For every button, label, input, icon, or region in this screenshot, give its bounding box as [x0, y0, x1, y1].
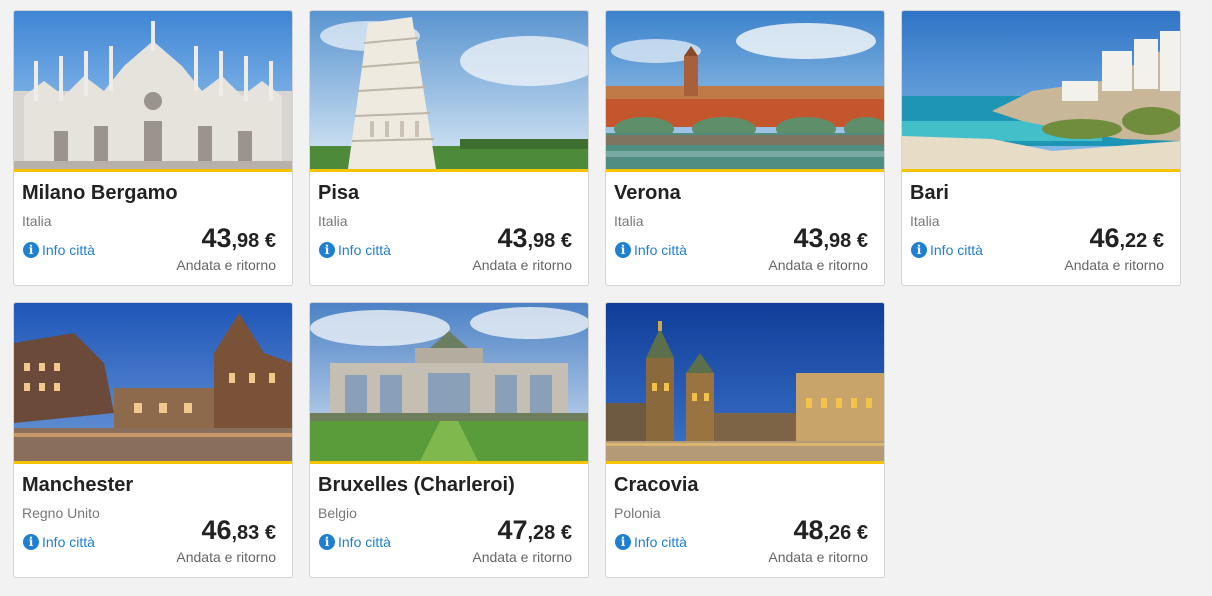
info-city-label: Info città [338, 242, 391, 258]
card-accent-bar [14, 169, 292, 172]
info-icon: i [911, 242, 927, 258]
info-icon: i [319, 242, 335, 258]
destination-country: Belgio [318, 505, 357, 521]
card-accent-bar [14, 461, 292, 464]
price: 46,22 € [1089, 223, 1164, 254]
card-accent-bar [902, 169, 1180, 172]
price-currency: € [259, 230, 276, 252]
price-currency: € [259, 522, 276, 544]
bari-coast-photo [902, 11, 1180, 169]
price-decimal: ,98 [527, 230, 556, 252]
info-icon: i [615, 242, 631, 258]
destination-card-bari[interactable]: Bari Italia i Info città 46,22 € Andata … [901, 10, 1181, 286]
card-accent-bar [606, 461, 884, 464]
info-city-label: Info città [634, 242, 687, 258]
price-currency: € [1147, 230, 1164, 252]
verona-bridge-photo [606, 11, 884, 169]
trip-type: Andata e ritorno [472, 549, 572, 565]
destination-card-pisa[interactable]: Pisa Italia i Info città 43,98 € Andata … [309, 10, 589, 286]
trip-type: Andata e ritorno [1064, 257, 1164, 273]
destination-country: Italia [614, 213, 644, 229]
price-decimal: ,83 [231, 522, 260, 544]
price-currency: € [851, 522, 868, 544]
price-integer: 43 [793, 223, 824, 253]
price-integer: 46 [201, 515, 232, 545]
card-accent-bar [606, 169, 884, 172]
destination-country: Italia [318, 213, 348, 229]
destination-city[interactable]: Pisa [318, 182, 359, 205]
info-city-link[interactable]: i Info città [23, 534, 95, 550]
destination-city[interactable]: Bruxelles (Charleroi) [318, 474, 515, 497]
price-currency: € [555, 522, 572, 544]
destination-card-bruxelles-charleroi[interactable]: Bruxelles (Charleroi) Belgio i Info citt… [309, 302, 589, 578]
trip-type: Andata e ritorno [768, 549, 868, 565]
trip-type: Andata e ritorno [472, 257, 572, 273]
milan-cathedral-photo [14, 11, 292, 169]
price: 46,83 € [201, 515, 276, 546]
destination-city[interactable]: Cracovia [614, 474, 699, 497]
leaning-tower-photo [310, 11, 588, 169]
destination-card-verona[interactable]: Verona Italia i Info città 43,98 € Andat… [605, 10, 885, 286]
krakow-square-photo [606, 303, 884, 461]
price: 43,98 € [201, 223, 276, 254]
price-decimal: ,98 [231, 230, 260, 252]
price-currency: € [555, 230, 572, 252]
destination-country: Italia [910, 213, 940, 229]
price-integer: 47 [497, 515, 528, 545]
destination-card-manchester[interactable]: Manchester Regno Unito i Info città 46,8… [13, 302, 293, 578]
info-icon: i [23, 242, 39, 258]
price-integer: 48 [793, 515, 824, 545]
destination-city[interactable]: Milano Bergamo [22, 182, 178, 205]
price-decimal: ,28 [527, 522, 556, 544]
destination-country: Polonia [614, 505, 661, 521]
info-icon: i [615, 534, 631, 550]
info-city-link[interactable]: i Info città [615, 534, 687, 550]
card-accent-bar [310, 461, 588, 464]
destination-card-milano-bergamo[interactable]: Milano Bergamo Italia i Info città 43,98… [13, 10, 293, 286]
price: 47,28 € [497, 515, 572, 546]
trip-type: Andata e ritorno [768, 257, 868, 273]
price-integer: 43 [201, 223, 232, 253]
card-accent-bar [310, 169, 588, 172]
destination-city[interactable]: Verona [614, 182, 681, 205]
info-city-link[interactable]: i Info città [23, 242, 95, 258]
destination-card-cracovia[interactable]: Cracovia Polonia i Info città 48,26 € An… [605, 302, 885, 578]
destination-city[interactable]: Bari [910, 182, 949, 205]
price-decimal: ,22 [1119, 230, 1148, 252]
destination-country: Italia [22, 213, 52, 229]
info-icon: i [319, 534, 335, 550]
info-city-link[interactable]: i Info città [911, 242, 983, 258]
info-city-link[interactable]: i Info città [615, 242, 687, 258]
price-decimal: ,26 [823, 522, 852, 544]
info-city-label: Info città [42, 534, 95, 550]
trip-type: Andata e ritorno [176, 549, 276, 565]
price-integer: 46 [1089, 223, 1120, 253]
info-city-label: Info città [930, 242, 983, 258]
info-city-link[interactable]: i Info città [319, 534, 391, 550]
price: 43,98 € [497, 223, 572, 254]
destination-country: Regno Unito [22, 505, 100, 521]
info-city-label: Info città [338, 534, 391, 550]
info-city-label: Info città [42, 242, 95, 258]
info-icon: i [23, 534, 39, 550]
brussels-arch-photo [310, 303, 588, 461]
info-city-label: Info città [634, 534, 687, 550]
price: 43,98 € [793, 223, 868, 254]
destination-city[interactable]: Manchester [22, 474, 133, 497]
trip-type: Andata e ritorno [176, 257, 276, 273]
price-integer: 43 [497, 223, 528, 253]
price: 48,26 € [793, 515, 868, 546]
info-city-link[interactable]: i Info città [319, 242, 391, 258]
price-decimal: ,98 [823, 230, 852, 252]
price-currency: € [851, 230, 868, 252]
manchester-townhall-photo [14, 303, 292, 461]
